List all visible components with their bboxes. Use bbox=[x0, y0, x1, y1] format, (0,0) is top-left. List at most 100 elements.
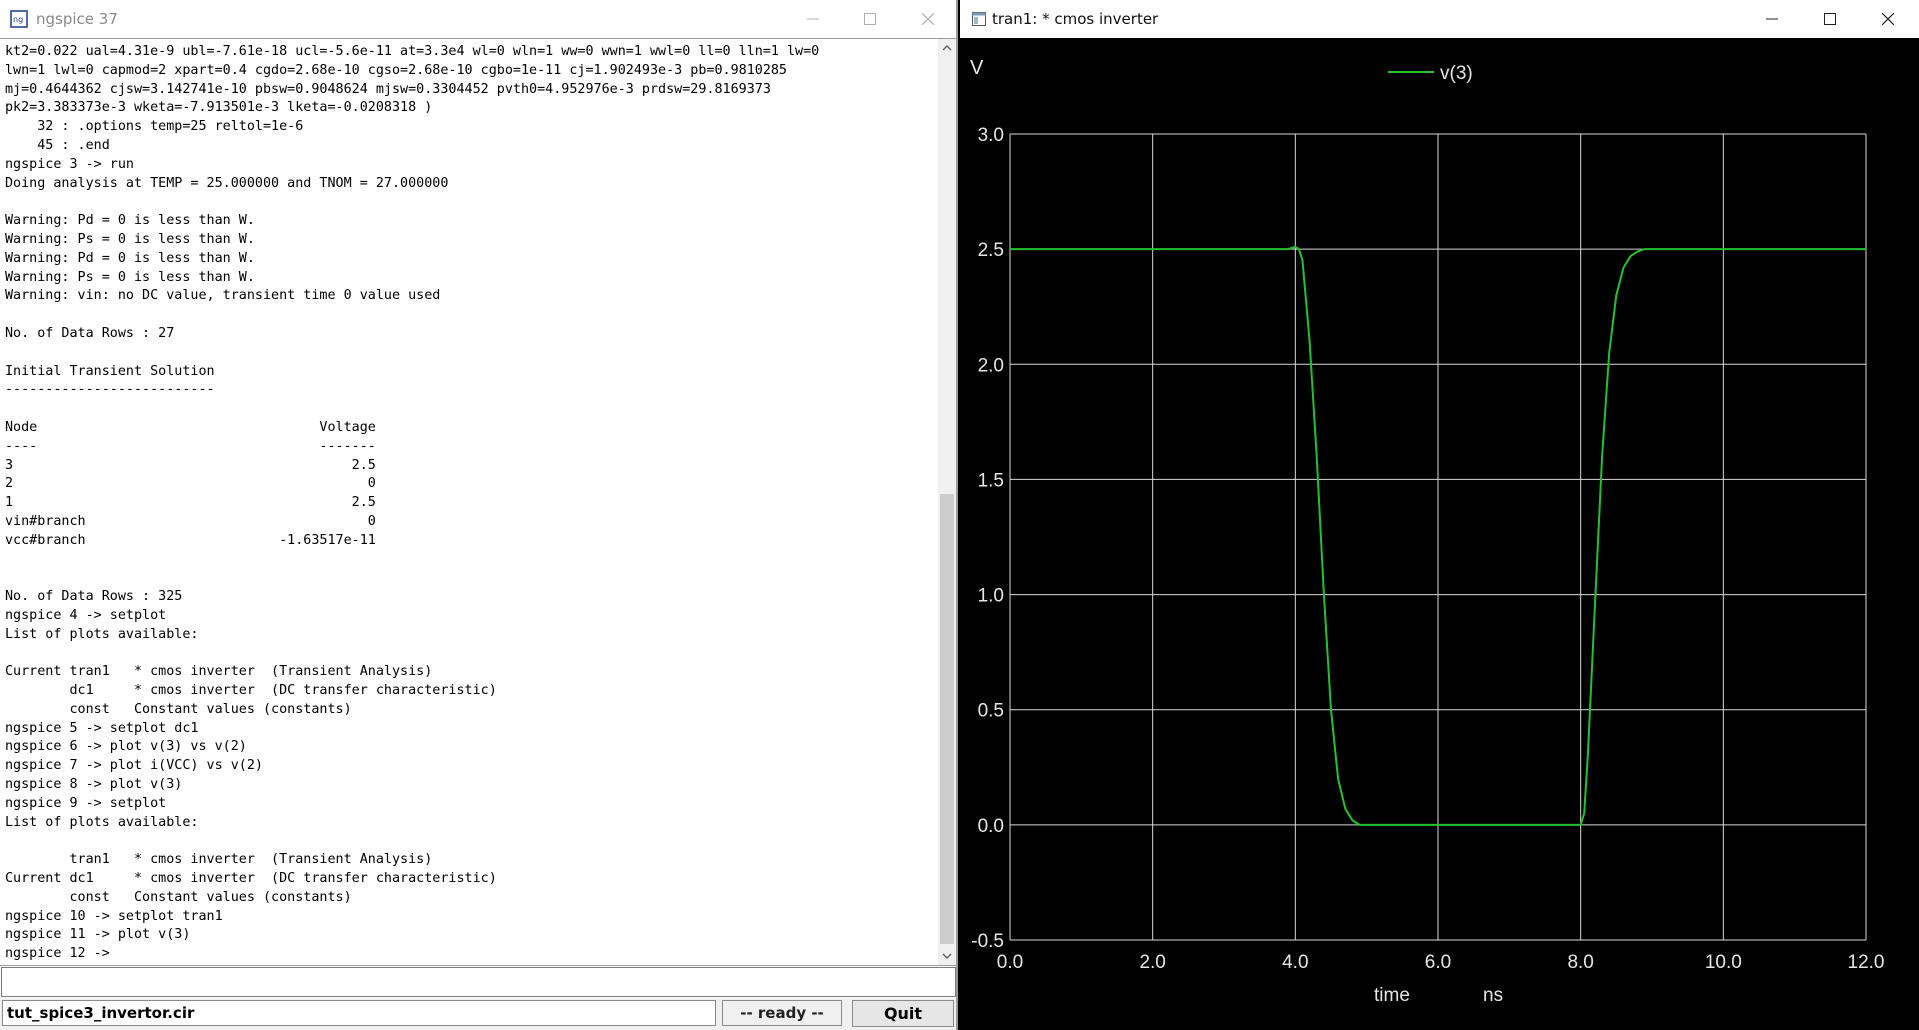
console-titlebar[interactable]: ng ngspice 37 bbox=[0, 0, 956, 38]
maximize-icon bbox=[1824, 13, 1836, 25]
console-line: ngspice 7 -> plot i(VCC) vs v(2) bbox=[5, 758, 263, 774]
scroll-down-arrow[interactable] bbox=[938, 947, 956, 965]
y-tick-label: 0.0 bbox=[978, 816, 1004, 837]
console-line: const Constant values (constants) bbox=[5, 889, 352, 905]
legend-label: v(3) bbox=[1440, 63, 1473, 84]
minimize-icon bbox=[1766, 18, 1778, 20]
plot-window: tran1: * cmos inverter 0.0 2.0 4.0 6.0 8.0 10… bbox=[960, 0, 1919, 1030]
maximize-button[interactable] bbox=[845, 0, 895, 38]
plot-close-button[interactable] bbox=[1863, 0, 1913, 38]
console-line: ngspice 4 -> setplot bbox=[5, 607, 167, 623]
console-line: dc1 * cmos inverter (DC transfer charact… bbox=[5, 683, 497, 699]
quit-button[interactable]: Quit bbox=[852, 1000, 954, 1027]
console-line: Warning: vin: no DC value, transient tim… bbox=[5, 288, 441, 304]
x-tick-label: 2.0 bbox=[1139, 952, 1165, 973]
close-button[interactable] bbox=[903, 0, 953, 38]
console-line: Warning: Pd = 0 is less than W. bbox=[5, 250, 255, 266]
console-output-text: kt2=0.022 ual=4.31e-9 ubl=-7.61e-18 ucl=… bbox=[0, 39, 938, 964]
console-line: 45 : .end bbox=[5, 137, 110, 153]
console-line: Node Voltage bbox=[5, 419, 376, 435]
console-line: ngspice 9 -> setplot bbox=[5, 795, 167, 811]
ready-status: -- ready -- bbox=[722, 1000, 842, 1026]
console-line: Warning: Ps = 0 is less than W. bbox=[5, 231, 255, 247]
console-line: Warning: Pd = 0 is less than W. bbox=[5, 213, 255, 229]
console-scrollbar[interactable] bbox=[938, 38, 956, 966]
x-tick-label: 12.0 bbox=[1848, 952, 1885, 973]
console-line: 1 2.5 bbox=[5, 495, 376, 511]
svg-text:ng: ng bbox=[13, 15, 23, 24]
console-title: ngspice 37 bbox=[36, 10, 118, 28]
minimize-icon bbox=[807, 18, 819, 20]
maximize-icon bbox=[864, 13, 876, 25]
scroll-up-arrow[interactable] bbox=[938, 39, 956, 57]
close-icon bbox=[1882, 13, 1894, 25]
console-line: ngspice 3 -> run bbox=[5, 156, 134, 172]
plot-minimize-button[interactable] bbox=[1747, 0, 1797, 38]
console-output[interactable]: kt2=0.022 ual=4.31e-9 ubl=-7.61e-18 ucl=… bbox=[0, 38, 938, 966]
console-line: ngspice 8 -> plot v(3) bbox=[5, 777, 183, 793]
console-line: ngspice 5 -> setplot dc1 bbox=[5, 720, 199, 736]
console-line: Current dc1 * cmos inverter (DC transfer… bbox=[5, 871, 497, 887]
console-line: const Constant values (constants) bbox=[5, 701, 352, 717]
console-line: Initial Transient Solution bbox=[5, 363, 215, 379]
status-bar: tut_spice3_invertor.cir -- ready -- Quit bbox=[0, 998, 956, 1030]
console-line: 2 0 bbox=[5, 476, 376, 492]
y-axis-label: V bbox=[970, 57, 984, 79]
y-tick-label: 1.5 bbox=[978, 470, 1004, 491]
console-line: lwn=1 lwl=0 capmod=2 xpart=0.4 cgdo=2.68… bbox=[5, 62, 787, 78]
x-tick-label: 10.0 bbox=[1705, 952, 1742, 973]
console-line: vcc#branch -1.63517e-11 bbox=[5, 532, 376, 548]
y-tick-label: -0.5 bbox=[971, 931, 1004, 952]
console-line: Doing analysis at TEMP = 25.000000 and T… bbox=[5, 175, 449, 191]
y-tick-label: 2.5 bbox=[978, 240, 1004, 261]
console-line: List of plots available: bbox=[5, 626, 199, 642]
console-line: kt2=0.022 ual=4.31e-9 ubl=-7.61e-18 ucl=… bbox=[5, 44, 820, 59]
command-input[interactable] bbox=[1, 967, 956, 997]
console-line: No. of Data Rows : 27 bbox=[5, 325, 175, 341]
plot-canvas[interactable]: 0.0 2.0 4.0 6.0 8.0 10.0 12.0 3.0 2.5 2.0 1.5 1.0 0.… bbox=[960, 38, 1919, 1030]
y-tick-label: 1.0 bbox=[978, 586, 1004, 607]
x-tick-label: 6.0 bbox=[1425, 952, 1451, 973]
console-line: tran1 * cmos inverter (Transient Analysi… bbox=[5, 852, 433, 868]
y-tick-label: 2.0 bbox=[978, 355, 1004, 376]
console-line: 3 2.5 bbox=[5, 457, 376, 473]
console-line: No. of Data Rows : 325 bbox=[5, 589, 183, 605]
plot-window-icon bbox=[972, 12, 986, 26]
console-line: ---- ------- bbox=[5, 438, 376, 454]
x-axis-unit: ns bbox=[1483, 985, 1503, 1006]
console-line: ngspice 6 -> plot v(3) vs v(2) bbox=[5, 739, 247, 755]
console-line: vin#branch 0 bbox=[5, 513, 376, 529]
close-icon bbox=[922, 13, 934, 25]
console-line: List of plots available: bbox=[5, 814, 199, 830]
plot-titlebar[interactable]: tran1: * cmos inverter bbox=[960, 0, 1919, 38]
plot-maximize-button[interactable] bbox=[1805, 0, 1855, 38]
y-tick-label: 0.5 bbox=[978, 701, 1004, 722]
console-line: -------------------------- bbox=[5, 382, 215, 398]
console-line: ngspice 12 -> bbox=[5, 946, 110, 962]
x-tick-label: 0.0 bbox=[997, 952, 1023, 973]
console-line: ngspice 10 -> setplot tran1 bbox=[5, 908, 223, 924]
console-line: pk2=3.383373e-3 wketa=-7.913501e-3 lketa… bbox=[5, 100, 433, 116]
console-line: 32 : .options temp=25 reltol=1e-6 bbox=[5, 119, 304, 135]
console-line: Warning: Ps = 0 is less than W. bbox=[5, 269, 255, 285]
chevron-up-icon bbox=[942, 45, 952, 51]
scroll-thumb[interactable] bbox=[940, 494, 954, 944]
y-tick-label: 3.0 bbox=[978, 125, 1004, 146]
x-axis-label: time bbox=[1374, 985, 1410, 1006]
chevron-down-icon bbox=[942, 953, 952, 959]
x-tick-label: 4.0 bbox=[1282, 952, 1308, 973]
console-window: ng ngspice 37 kt2=0.022 ual=4.31e-9 ubl=… bbox=[0, 0, 958, 1030]
x-tick-label: 8.0 bbox=[1567, 952, 1593, 973]
ngspice-app-icon: ng bbox=[10, 10, 28, 28]
console-line: mj=0.4644362 cjsw=3.142741e-10 pbsw=0.90… bbox=[5, 81, 771, 97]
plot-title: tran1: * cmos inverter bbox=[992, 10, 1159, 28]
minimize-button[interactable] bbox=[788, 0, 838, 38]
